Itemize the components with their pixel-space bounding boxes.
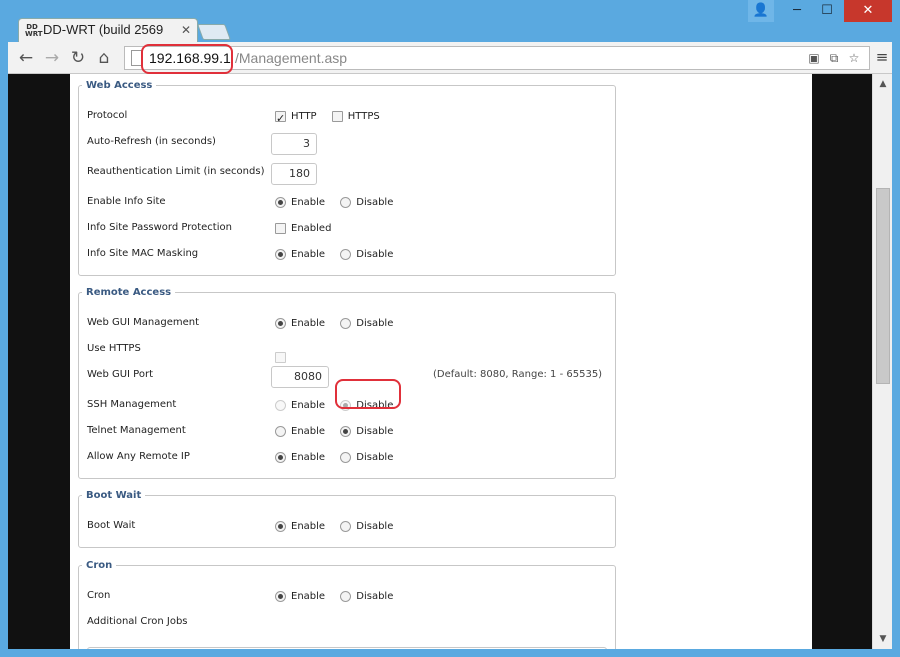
web-gui-port-label: Web GUI Port (87, 369, 154, 380)
info-site-disable-radio[interactable]: Disable (340, 193, 393, 213)
cron-enable-radio[interactable]: Enable (275, 587, 325, 607)
address-bar[interactable]: 192.168.99.1 /Management.asp ▣ ⧉ ☆ (124, 46, 870, 70)
web-gui-port-input[interactable]: 8080 (271, 366, 329, 388)
boot-wait-label: Boot Wait (87, 520, 136, 531)
boot-wait-legend: Boot Wait (86, 490, 142, 501)
vertical-scrollbar[interactable]: ▲ ▼ (872, 74, 892, 649)
use-https-label: Use HTTPS (87, 343, 141, 354)
cron-label: Cron (87, 590, 111, 601)
back-icon[interactable]: ← (16, 48, 36, 68)
maximize-button[interactable]: ☐ (812, 0, 842, 22)
cron-row: Cron Enable Disable (87, 587, 607, 607)
page-action-icon[interactable]: ▣ (807, 51, 821, 65)
info-mac-row: Info Site MAC Masking Enable Disable (87, 245, 607, 265)
info-site-row: Enable Info Site Enable Disable (87, 193, 607, 213)
user-profile-button[interactable]: 👤 (748, 0, 774, 22)
ssh-label: SSH Management (87, 399, 177, 410)
cron-disable-radio[interactable]: Disable (340, 587, 393, 607)
reauth-label: Reauthentication Limit (in seconds) (87, 166, 265, 177)
web-gui-disable-radio[interactable]: Disable (340, 314, 393, 334)
maximize-icon: ☐ (821, 3, 833, 18)
web-gui-label: Web GUI Management (87, 317, 200, 328)
web-gui-enable-radio[interactable]: Enable (275, 314, 325, 334)
boot-wait-section: Boot Wait Boot Wait Enable Disable (78, 490, 616, 548)
enable-highlight-annotation (335, 379, 401, 409)
boot-wait-disable-radio[interactable]: Disable (340, 517, 393, 537)
remote-access-legend: Remote Access (86, 287, 172, 298)
scroll-thumb[interactable] (876, 188, 890, 384)
url-path: /Management.asp (235, 50, 348, 66)
title-bar: DD WRT DD-WRT (build 2569 ✕ 👤 ─ ☐ ✕ (0, 0, 900, 42)
cron-section: Cron Cron Enable Disable Additional Cron… (78, 560, 616, 649)
telnet-enable-radio[interactable]: Enable (275, 422, 325, 442)
ssh-enable-radio[interactable]: Enable (275, 396, 325, 416)
any-remote-ip-disable-radio[interactable]: Disable (340, 448, 393, 468)
browser-tab[interactable]: DD WRT DD-WRT (build 2569 ✕ (18, 18, 198, 42)
url-highlight-annotation (141, 44, 233, 74)
tab-close-icon[interactable]: ✕ (181, 23, 191, 37)
protocol-https-checkbox[interactable]: HTTPS (331, 107, 380, 127)
minimize-icon: ─ (793, 3, 801, 18)
auto-refresh-row: Auto-Refresh (in seconds) 3 (87, 133, 607, 155)
any-remote-ip-row: Allow Any Remote IP Enable Disable (87, 448, 607, 468)
web-gui-row: Web GUI Management Enable Disable (87, 314, 607, 334)
reauth-row: Reauthentication Limit (in seconds) 180 (87, 163, 607, 185)
new-tab-button[interactable] (197, 24, 231, 40)
close-icon: ✕ (862, 3, 874, 18)
telnet-disable-radio[interactable]: Disable (340, 422, 393, 442)
web-access-legend: Web Access (86, 80, 153, 91)
web-gui-port-hint: (Default: 8080, Range: 1 - 65535) (433, 369, 603, 380)
auto-refresh-label: Auto-Refresh (in seconds) (87, 136, 216, 147)
menu-icon[interactable]: ≡ (874, 49, 890, 65)
scroll-up-icon[interactable]: ▲ (873, 76, 893, 92)
telnet-row: Telnet Management Enable Disable (87, 422, 607, 442)
browser-window: DD WRT DD-WRT (build 2569 ✕ 👤 ─ ☐ ✕ ← → … (0, 0, 900, 657)
telnet-label: Telnet Management (87, 425, 186, 436)
additional-cron-row: Additional Cron Jobs (87, 613, 607, 633)
info-pw-row: Info Site Password Protection Enabled (87, 219, 607, 239)
additional-cron-label: Additional Cron Jobs (87, 616, 188, 627)
home-icon[interactable]: ⌂ (94, 48, 114, 68)
info-site-enable-radio[interactable]: Enable (275, 193, 325, 213)
translate-icon[interactable]: ⧉ (827, 51, 841, 65)
use-https-row: Use HTTPS (87, 340, 607, 363)
ddwrt-favicon-icon: DD WRT (25, 23, 43, 38)
protocol-label: Protocol (87, 110, 128, 121)
info-site-label: Enable Info Site (87, 196, 166, 207)
info-mac-disable-radio[interactable]: Disable (340, 245, 393, 265)
scroll-down-icon[interactable]: ▼ (873, 631, 893, 647)
info-mac-enable-radio[interactable]: Enable (275, 245, 325, 265)
web-access-section: Web Access Protocol HTTP HTTPS Auto-Refr… (78, 80, 616, 276)
page-content: Web Access Protocol HTTP HTTPS Auto-Refr… (70, 74, 812, 649)
auto-refresh-input[interactable]: 3 (271, 133, 317, 155)
page-viewport: Web Access Protocol HTTP HTTPS Auto-Refr… (8, 74, 872, 649)
info-mac-label: Info Site MAC Masking (87, 248, 199, 259)
reauth-input[interactable]: 180 (271, 163, 317, 185)
bookmark-star-icon[interactable]: ☆ (847, 51, 861, 65)
tab-title: DD-WRT (build 2569 (43, 22, 164, 37)
reload-icon[interactable]: ↻ (68, 48, 88, 68)
protocol-row: Protocol HTTP HTTPS (87, 107, 607, 129)
any-remote-ip-enable-radio[interactable]: Enable (275, 448, 325, 468)
protocol-http-checkbox[interactable]: HTTP (275, 107, 317, 129)
any-remote-ip-label: Allow Any Remote IP (87, 451, 190, 462)
info-pw-label: Info Site Password Protection (87, 222, 232, 233)
info-pw-checkbox[interactable]: Enabled (275, 219, 331, 239)
window-frame-bottom (0, 649, 900, 657)
minimize-button[interactable]: ─ (782, 0, 812, 22)
forward-icon[interactable]: → (42, 48, 62, 68)
boot-wait-row: Boot Wait Enable Disable (87, 517, 607, 537)
boot-wait-enable-radio[interactable]: Enable (275, 517, 325, 537)
cron-legend: Cron (86, 560, 113, 571)
user-icon: 👤 (752, 3, 770, 18)
close-window-button[interactable]: ✕ (844, 0, 892, 22)
